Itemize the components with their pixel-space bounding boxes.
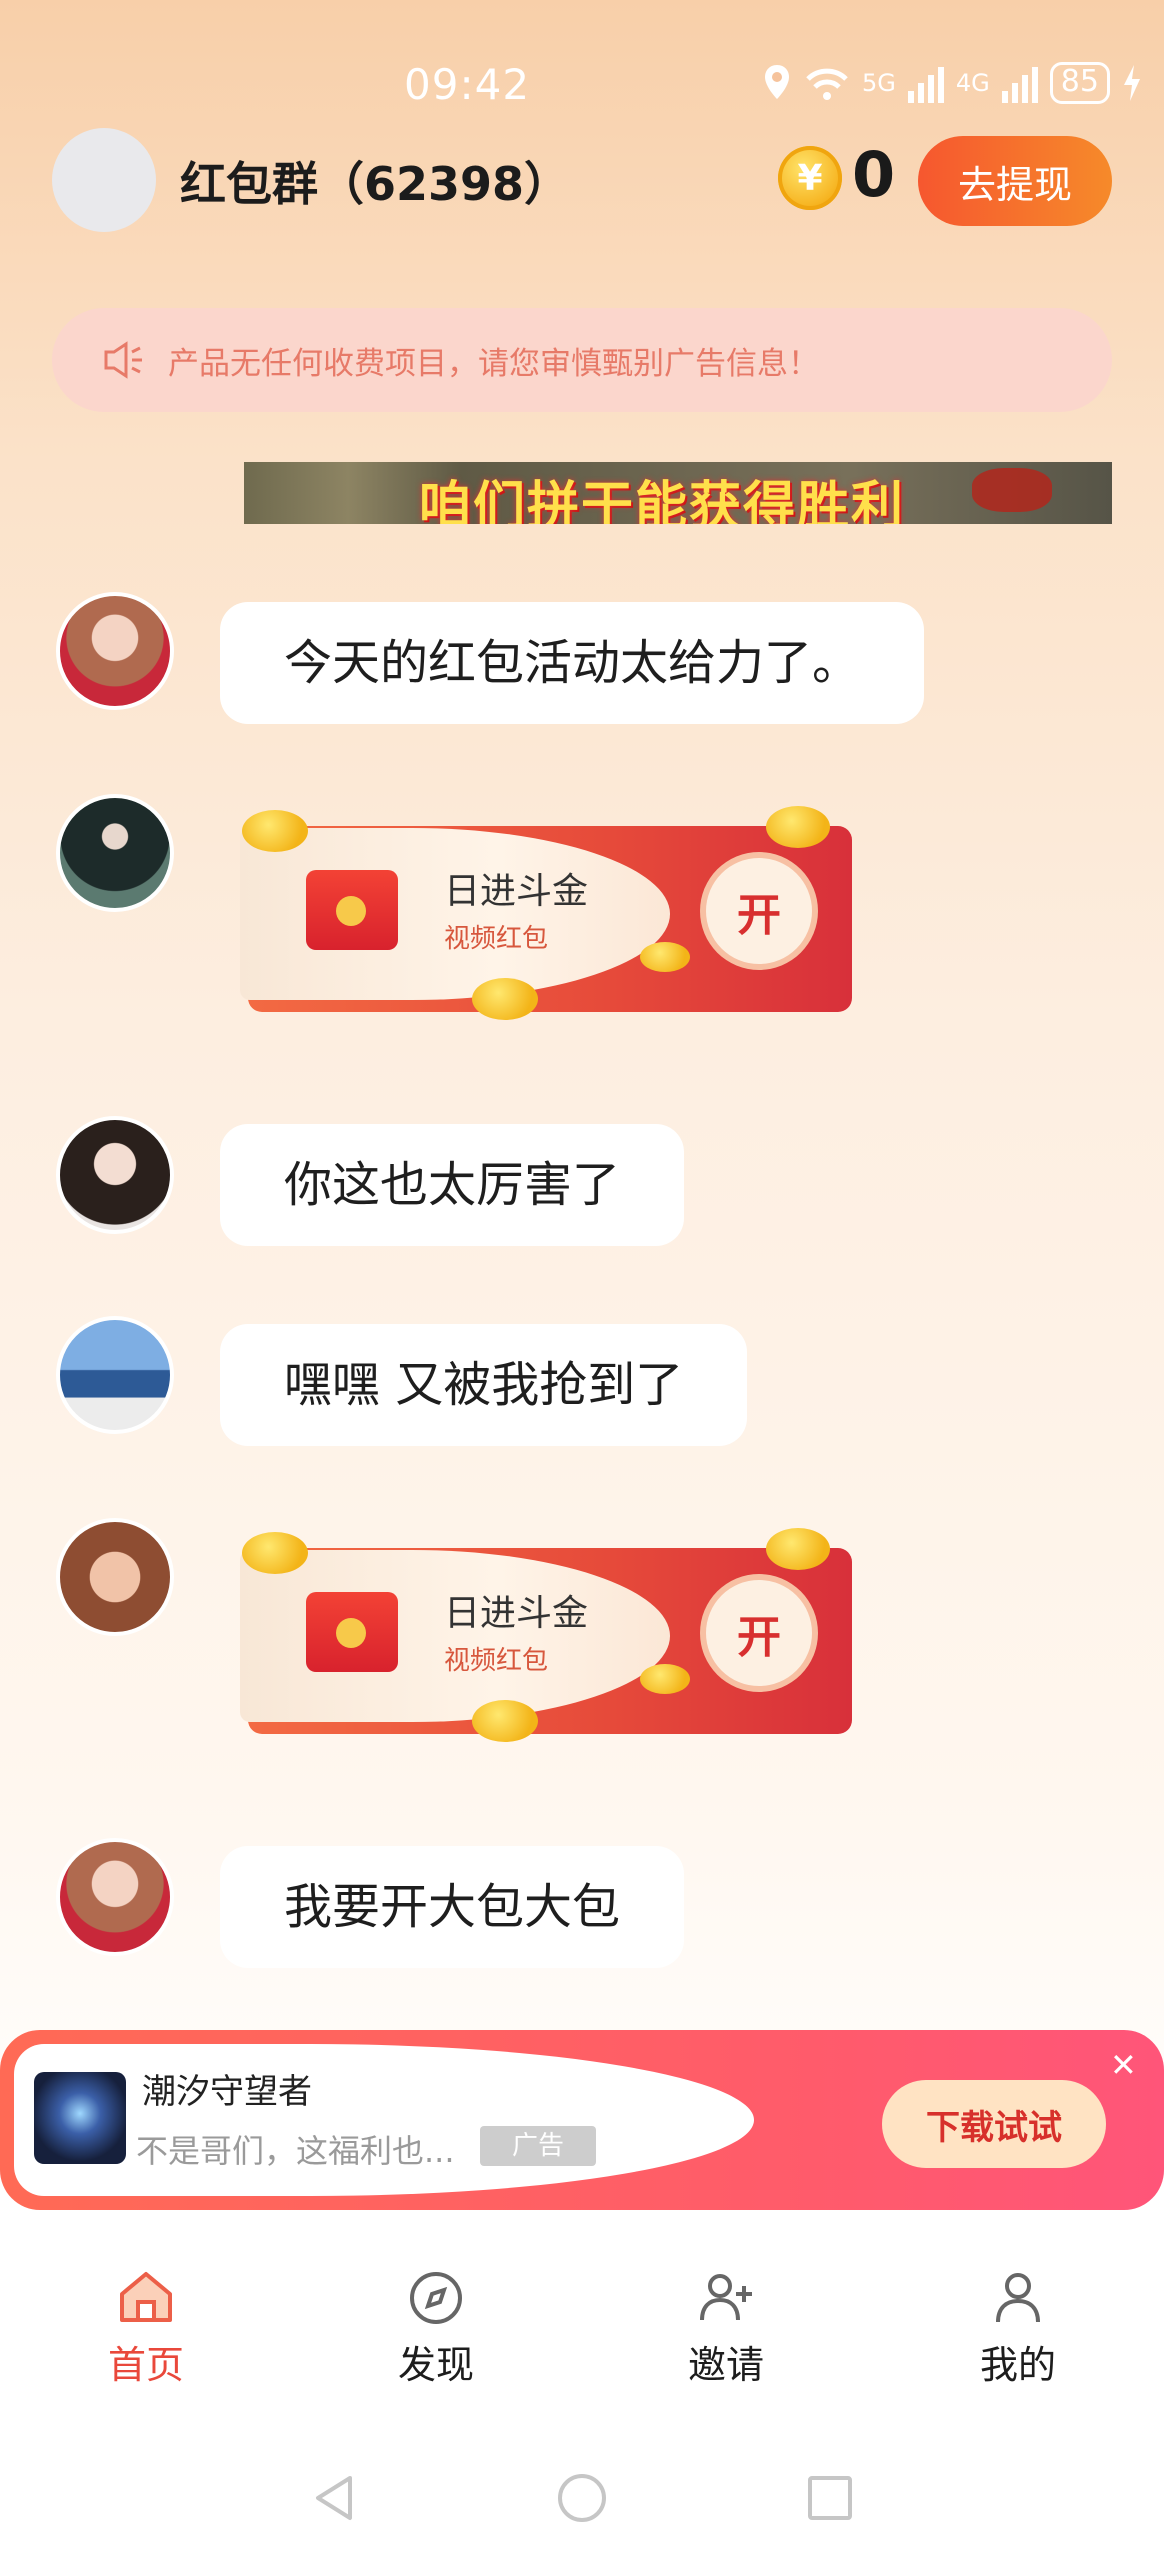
ad-tag: 广告 [480,2126,596,2166]
battery-indicator: 85 [1049,62,1110,104]
group-header: 红包群（62398） ¥ 0 去提现 [0,128,1164,238]
user-avatar[interactable] [56,1316,174,1434]
gold-coin-icon [766,806,830,848]
tab-invite[interactable]: 邀请 [636,2268,816,2389]
compass-icon [406,2268,466,2328]
notice-text: 产品无任何收费项目，请您审慎甄别广告信息！ [168,346,819,382]
red-packet-card[interactable]: 日进斗金 视频红包 开 [240,806,852,1020]
charging-icon [1123,65,1140,101]
coin-balance: 0 [852,138,896,211]
home-nav-icon[interactable] [554,2470,610,2526]
location-icon [765,65,789,99]
home-icon [116,2268,176,2328]
wifi-icon [806,68,848,100]
tab-discover[interactable]: 发现 [346,2268,526,2389]
red-envelope-icon [306,1592,398,1672]
packet-subtitle: 视频红包 [444,924,549,954]
red-envelope-icon [306,870,398,950]
gold-coin-icon [472,978,538,1020]
coin-icon: ¥ [778,146,842,210]
tab-label: 我的 [979,2343,1056,2387]
app-ad-bar[interactable]: 潮汐守望者 不是哥们，这福利也... 广告 下载试试 ✕ [0,2030,1164,2210]
group-avatar[interactable] [52,128,156,232]
message-bubble[interactable]: 嘿嘿 又被我抢到了 [220,1324,748,1446]
system-nav-bar [0,2460,1164,2540]
gold-coin-icon [640,1664,690,1694]
speaker-icon [104,341,142,379]
bottom-tab-bar: 首页 发现 邀请 我的 [0,2240,1164,2390]
gold-coin-icon [640,942,690,972]
gold-coin-icon [242,810,308,852]
open-packet-button[interactable]: 开 [706,1580,812,1686]
back-icon[interactable] [306,2470,362,2526]
group-title: 红包群（62398） [180,157,571,211]
open-label: 开 [737,890,781,941]
ad-banner[interactable]: 咱们拼干能获得胜利 [244,462,1112,524]
app-icon[interactable] [34,2072,126,2164]
signal-icon [907,63,944,103]
open-packet-button[interactable]: 开 [706,858,812,964]
message-bubble[interactable]: 今天的红包活动太给力了。 [220,602,925,724]
network-label-1: 5G [862,69,896,97]
user-avatar[interactable] [56,1838,174,1956]
packet-subtitle: 视频红包 [444,1646,549,1676]
tab-label: 邀请 [687,2343,764,2387]
tab-label: 发现 [397,2343,474,2387]
close-icon[interactable]: ✕ [1110,2046,1137,2084]
withdraw-button[interactable]: 去提现 [918,136,1112,226]
user-avatar[interactable] [56,794,174,912]
tab-profile[interactable]: 我的 [928,2268,1108,2389]
banner-text: 咱们拼干能获得胜利 [419,477,906,524]
tab-label: 首页 [107,2343,184,2387]
gold-coin-icon [242,1532,308,1574]
packet-title: 日进斗金 [444,1593,589,1634]
packet-title: 日进斗金 [444,871,589,912]
notice-bar: 产品无任何收费项目，请您审慎甄别广告信息！ [52,308,1112,412]
status-time: 09:42 [404,60,531,109]
open-label: 开 [737,1612,781,1663]
network-label-2: 4G [955,69,990,97]
coin-symbol: ¥ [797,157,823,199]
message-bubble[interactable]: 我要开大包大包 [220,1846,685,1968]
user-avatar[interactable] [56,1116,174,1234]
signal-icon-2 [1001,63,1038,103]
tab-home[interactable]: 首页 [56,2268,236,2389]
ad-description: 不是哥们，这福利也... [136,2132,455,2170]
status-icons: 5G 4G 85 [762,62,1142,104]
message-bubble[interactable]: 你这也太厉害了 [220,1124,685,1246]
recents-icon[interactable] [802,2470,858,2526]
user-avatar[interactable] [56,592,174,710]
gold-coin-icon [766,1528,830,1570]
gold-coin-icon [472,1700,538,1742]
user-avatar[interactable] [56,1518,174,1636]
banner-graphic [972,468,1052,512]
user-icon [988,2268,1048,2328]
add-user-icon [696,2268,756,2328]
download-button[interactable]: 下载试试 [882,2080,1106,2168]
red-packet-card[interactable]: 日进斗金 视频红包 开 [240,1528,852,1742]
ad-app-name: 潮汐守望者 [142,2072,312,2112]
status-bar: 09:42 5G 4G 85 [0,56,1164,116]
